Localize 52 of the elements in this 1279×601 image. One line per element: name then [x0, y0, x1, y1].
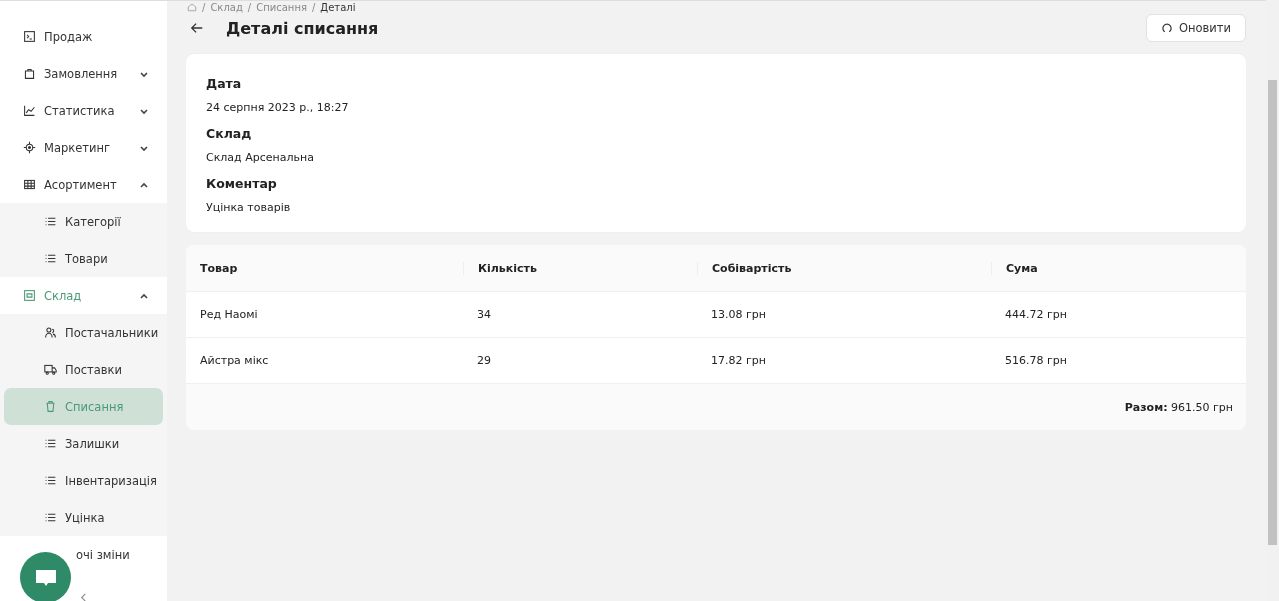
sidebar-item[interactable]: Продаж — [0, 18, 167, 55]
breadcrumb-separator: / — [247, 1, 252, 13]
sidebar-item[interactable]: Маркетинг — [0, 129, 167, 166]
page-title: Деталі списання — [226, 18, 380, 38]
table-cell-text: 13.08 грн — [710, 308, 767, 321]
detail-value: Уцінка товарів — [206, 201, 292, 214]
column-header: Собівартість — [697, 261, 991, 275]
sidebar-item[interactable]: Статистика — [0, 92, 167, 129]
sidebar-item[interactable]: Склад — [0, 277, 167, 314]
warehouse-icon — [23, 289, 36, 302]
breadcrumb-separator: / — [202, 1, 206, 13]
table-cell-text: 29 — [476, 354, 492, 367]
detail-value: 24 серпня 2023 р., 18:27 — [206, 101, 350, 114]
column-header: Кількість — [463, 261, 697, 275]
table-cell-text: 516.78 грн — [1004, 354, 1068, 367]
detail-label: Дата — [206, 76, 243, 91]
table-cell-text: 444.72 грн — [1004, 308, 1068, 321]
detail-label: Коментар — [206, 176, 278, 191]
total-text: Разом: 961.50 грн — [1124, 400, 1233, 414]
sidebar-subitem[interactable]: Постачальники — [4, 314, 163, 351]
chat-button[interactable] — [20, 552, 71, 601]
table-cell-text: 34 — [476, 308, 492, 321]
sidebar-subitem[interactable]: Товари — [4, 240, 163, 277]
sidebar-item[interactable]: Замовлення — [0, 55, 167, 92]
column-header: Сума — [991, 261, 1246, 275]
trash-icon — [44, 400, 57, 413]
sidebar-item[interactable]: Асортимент — [0, 166, 167, 203]
column-header: Товар — [199, 261, 239, 275]
chart-icon — [23, 104, 36, 117]
people-icon — [44, 326, 57, 339]
sidebar-subitem[interactable]: Уцінка — [4, 499, 163, 536]
home-icon[interactable] — [187, 2, 197, 12]
sidebar-item[interactable]: очі зміни — [0, 536, 167, 573]
detail-label: Склад — [206, 126, 253, 141]
table-cell-text: Айстра мікс — [199, 354, 270, 367]
detail-value: Склад Арсенальна — [206, 151, 315, 164]
back-arrow-icon — [190, 21, 204, 35]
breadcrumb-separator: / — [311, 1, 316, 13]
terminal-icon — [23, 30, 36, 43]
refresh-button[interactable]: Оновити — [1145, 14, 1246, 42]
table-cell-text: Ред Наомі — [199, 308, 259, 321]
sidebar-subitem[interactable]: Категорії — [4, 203, 163, 240]
truck-icon — [44, 363, 57, 376]
target-icon — [23, 141, 36, 154]
refresh-icon — [1160, 22, 1173, 34]
bag-icon — [23, 67, 36, 80]
table-icon — [23, 178, 36, 191]
table-cell-text: 17.82 грн — [710, 354, 767, 367]
collapse-icon[interactable] — [79, 593, 88, 601]
sidebar-subitem[interactable]: Залишки — [4, 425, 163, 462]
sidebar-subitem[interactable]: Інвентаризація — [4, 462, 163, 499]
sidebar-subitem[interactable]: Поставки — [4, 351, 163, 388]
